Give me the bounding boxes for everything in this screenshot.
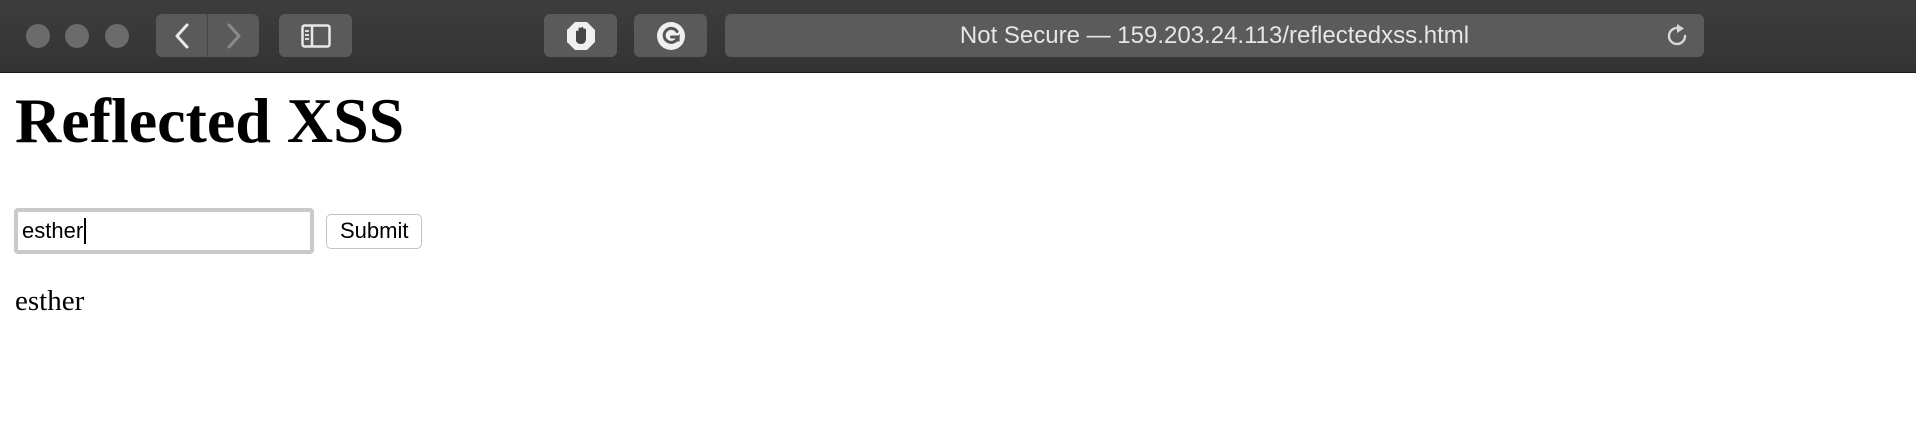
search-form: esther Submit <box>14 208 423 254</box>
text-caret <box>84 218 87 244</box>
browser-toolbar: Not Secure — 159.203.24.113/reflectedxss… <box>0 0 1916 73</box>
address-bar[interactable]: Not Secure — 159.203.24.113/reflectedxss… <box>725 14 1704 57</box>
chevron-right-icon <box>227 23 240 48</box>
reload-icon[interactable] <box>1664 23 1690 49</box>
reflected-output: esther <box>15 285 85 317</box>
navigation-buttons <box>156 14 259 57</box>
hand-stop-icon <box>566 21 595 50</box>
adblock-extension-button[interactable] <box>544 14 617 57</box>
back-button[interactable] <box>156 14 207 57</box>
page-title: Reflected XSS <box>15 85 405 156</box>
grammarly-extension-button[interactable] <box>634 14 707 57</box>
text-input-value: esther <box>22 218 84 243</box>
minimize-window-button[interactable] <box>65 24 89 48</box>
zoom-window-button[interactable] <box>105 24 129 48</box>
sidebar-icon <box>300 23 331 48</box>
text-input[interactable]: esther <box>14 208 314 254</box>
sidebar-toggle-button[interactable] <box>279 14 352 57</box>
grammarly-icon <box>656 21 685 50</box>
text-input-value-wrapper: esther <box>22 218 87 244</box>
chevron-left-icon <box>175 23 188 48</box>
page-content: Reflected XSS esther Submit esther <box>0 73 1916 444</box>
submit-button[interactable]: Submit <box>326 213 423 249</box>
close-window-button[interactable] <box>26 24 50 48</box>
address-bar-text: Not Secure — 159.203.24.113/reflectedxss… <box>959 21 1470 49</box>
forward-button[interactable] <box>208 14 259 57</box>
